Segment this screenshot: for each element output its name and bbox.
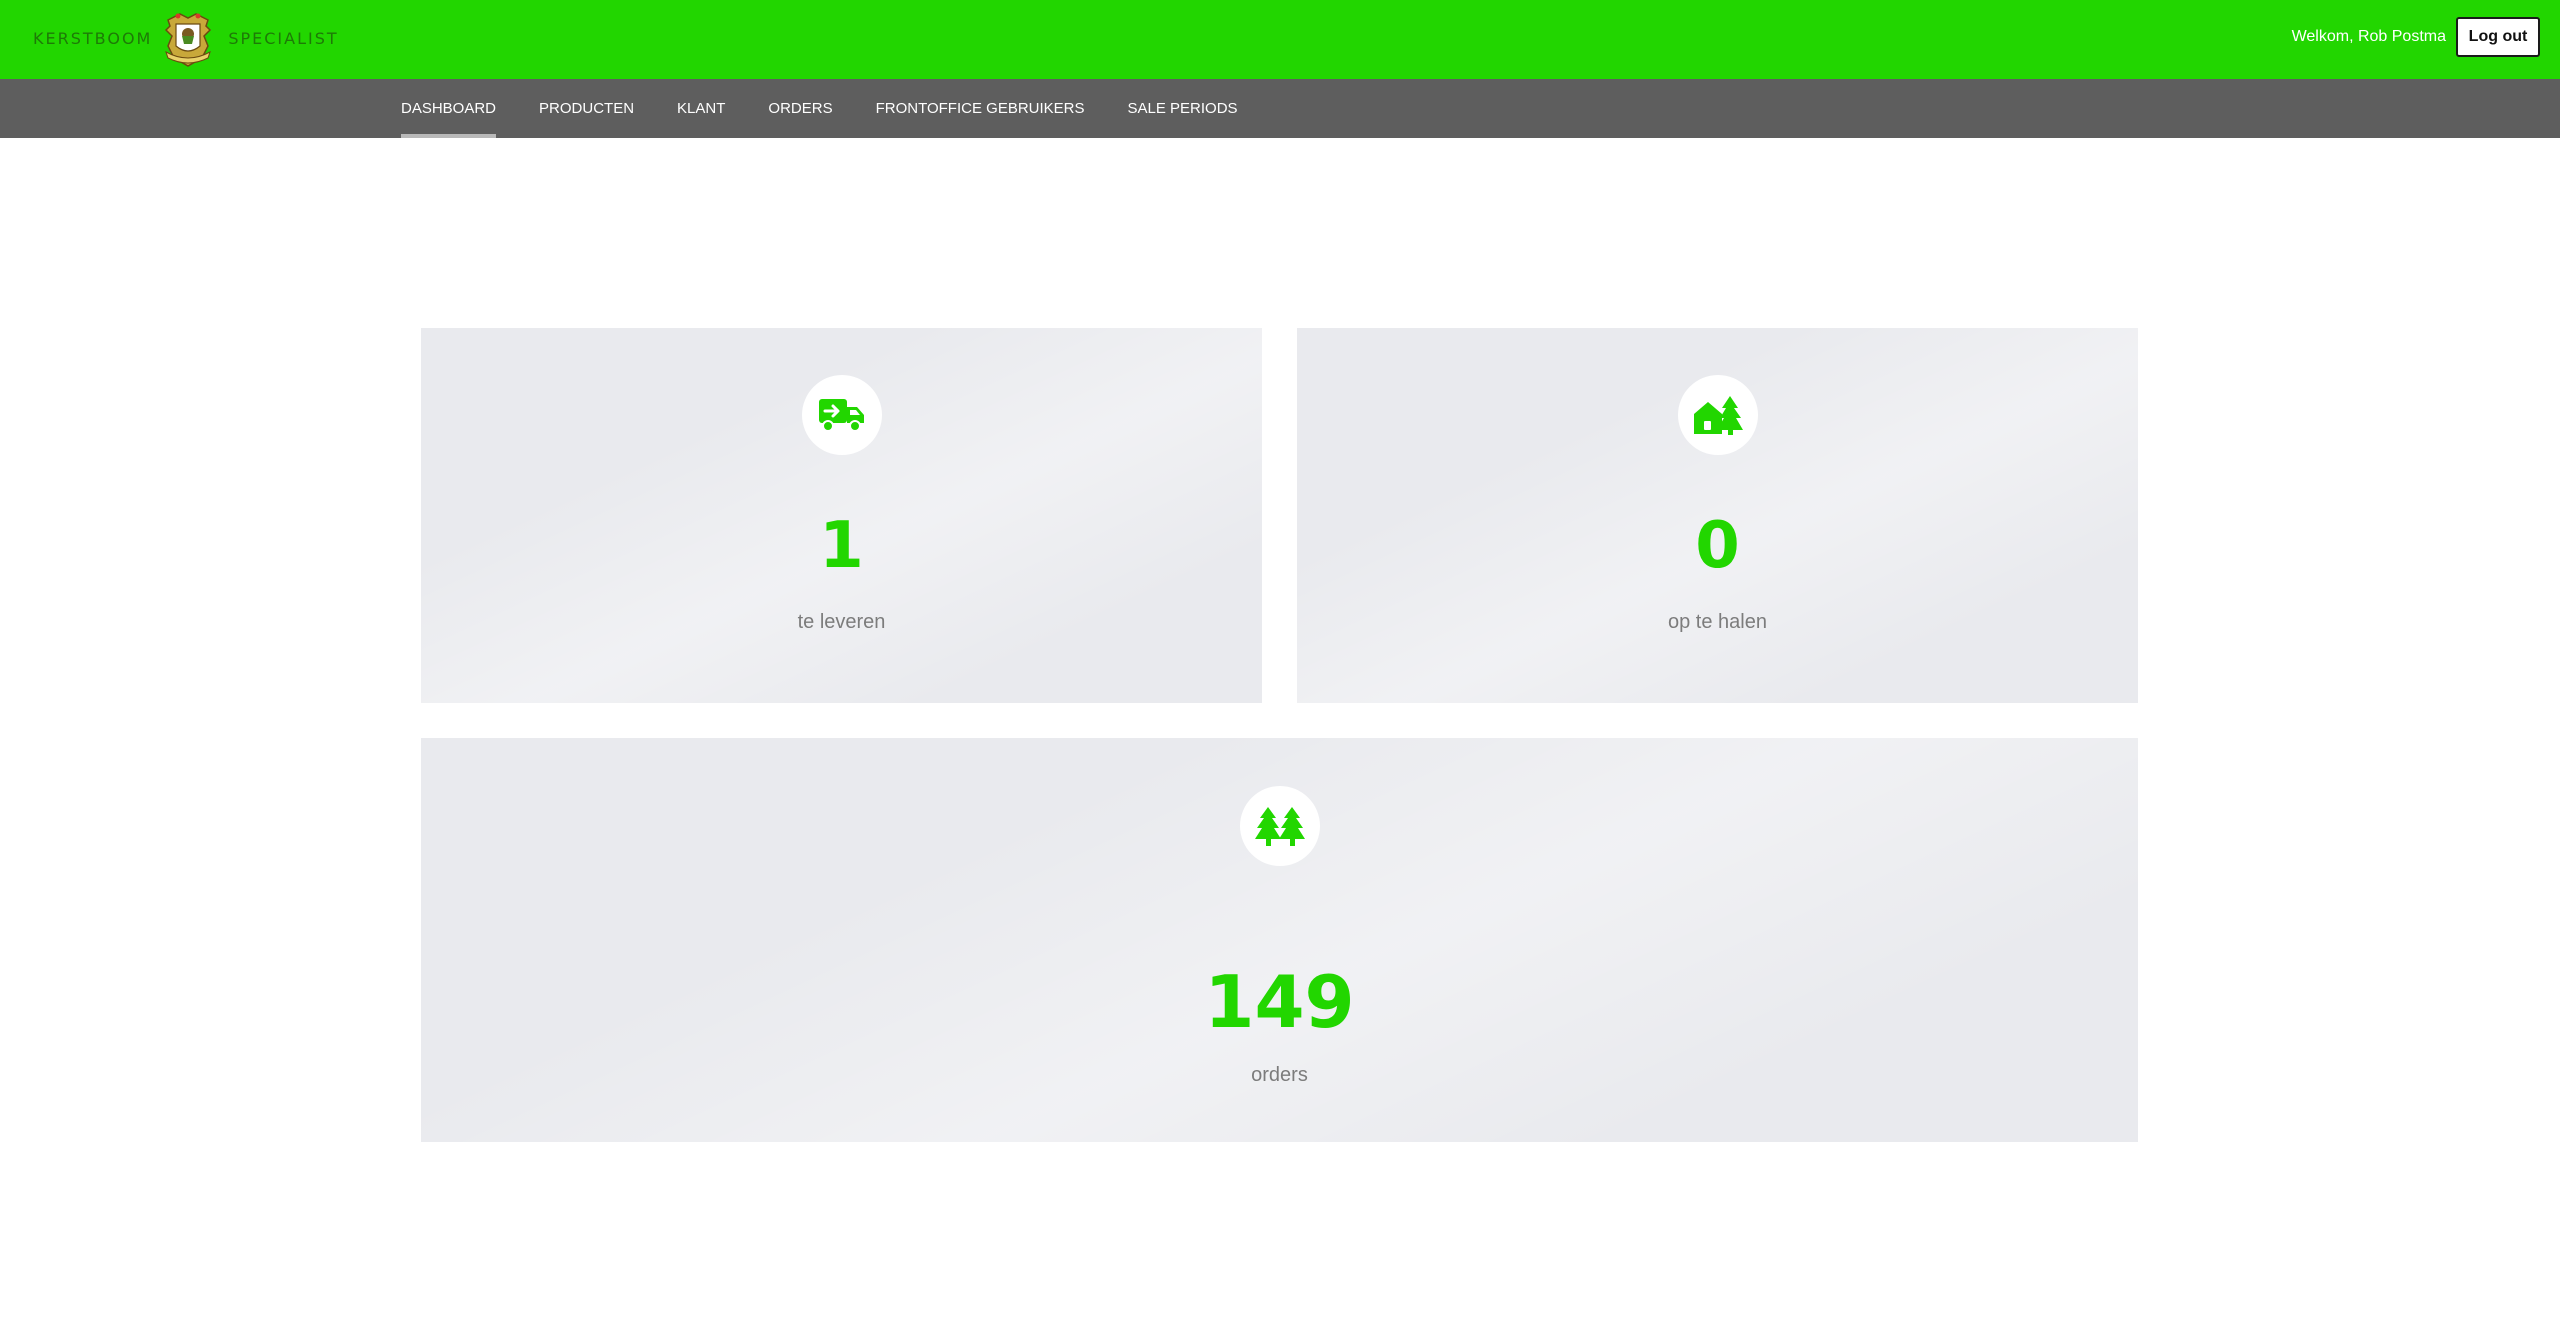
deliver-count: 1 — [819, 509, 864, 583]
stat-card-orders[interactable]: 149 orders — [421, 738, 2138, 1142]
nav-item-dashboard[interactable]: DASHBOARD — [401, 79, 497, 138]
top-header: KERSTBOOM SPECIALIST Welkom, Rob Postma … — [0, 0, 2560, 79]
house-tree-icon — [1677, 375, 1758, 455]
orders-label: orders — [1251, 1064, 1308, 1086]
brand[interactable]: KERSTBOOM SPECIALIST — [33, 6, 339, 70]
pickup-count: 0 — [1695, 509, 1740, 583]
trees-icon — [1239, 786, 1320, 866]
delivery-truck-icon — [801, 375, 882, 455]
brand-text-left: KERSTBOOM — [33, 28, 153, 48]
stat-card-pickup[interactable]: 0 op te halen — [1297, 328, 2138, 703]
nav-item-klant[interactable]: KLANT — [677, 79, 725, 138]
nav-item-producten[interactable]: PRODUCTEN — [539, 79, 634, 138]
nav-list: DASHBOARD PRODUCTEN KLANT ORDERS FRONTOF… — [401, 79, 1281, 138]
orders-count: 149 — [1204, 960, 1355, 1044]
nav-item-frontoffice-gebruikers[interactable]: FRONTOFFICE GEBRUIKERS — [876, 79, 1085, 138]
main-nav: DASHBOARD PRODUCTEN KLANT ORDERS FRONTOF… — [0, 79, 2560, 138]
brand-text-right: SPECIALIST — [228, 28, 339, 48]
deliver-label: te leveren — [797, 611, 886, 633]
nav-item-orders[interactable]: ORDERS — [768, 79, 832, 138]
welcome-text: Welkom, Rob Postma — [2291, 28, 2446, 45]
pickup-label: op te halen — [1668, 611, 1767, 633]
logout-button[interactable]: Log out — [2456, 17, 2540, 57]
stat-card-deliver[interactable]: 1 te leveren — [421, 328, 1262, 703]
logo-crest-icon — [165, 13, 212, 67]
nav-item-sale-periods[interactable]: SALE PERIODS — [1128, 79, 1238, 138]
